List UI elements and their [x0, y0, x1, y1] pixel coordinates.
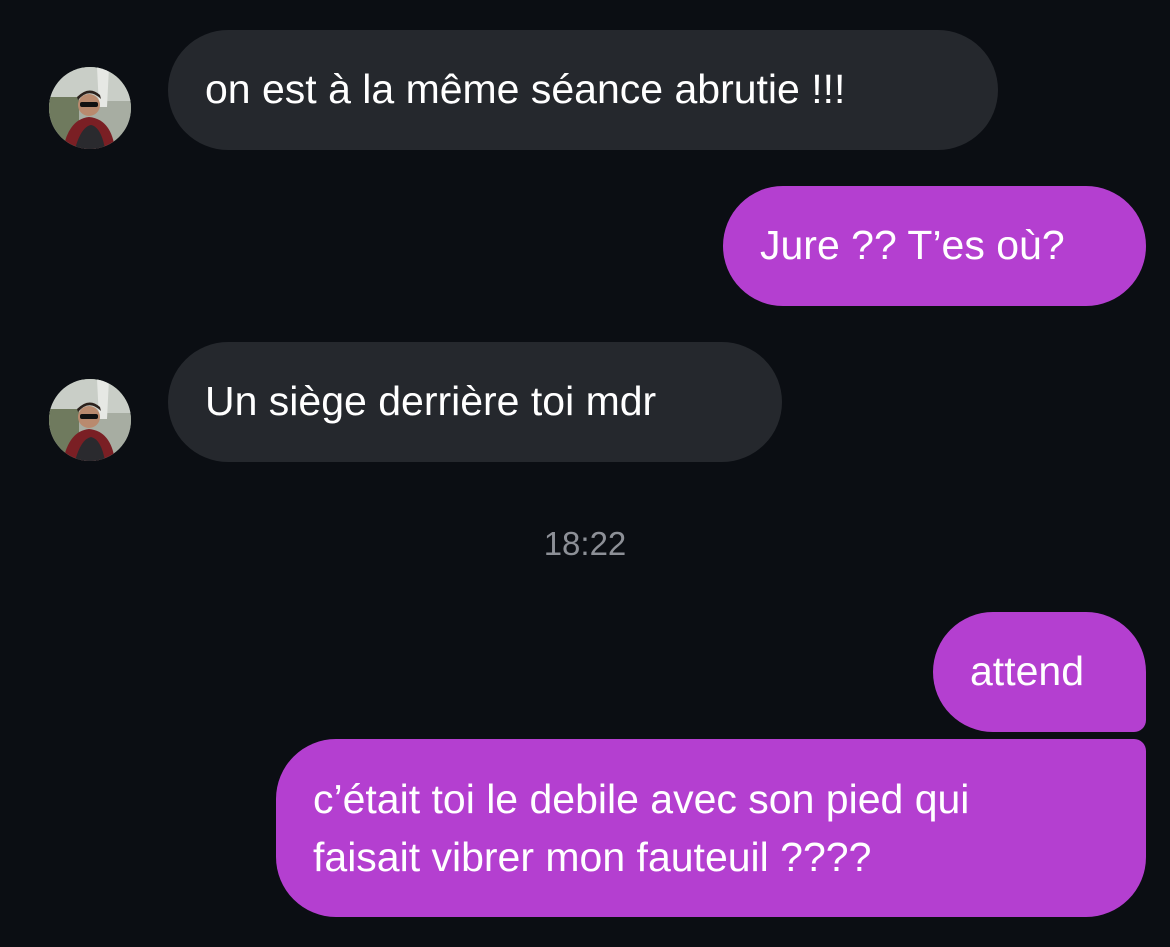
message-timestamp: 18:22 [543, 525, 627, 562]
message-text: on est à la même séance abrutie !!! [205, 66, 846, 112]
message-bubble-outgoing[interactable]: Jure ?? T’es où? [723, 186, 1146, 306]
avatar-photo-icon [49, 67, 131, 149]
avatar-photo-icon [49, 379, 131, 461]
message-bubble-outgoing[interactable]: attend [933, 612, 1146, 732]
message-bubble-incoming[interactable]: on est à la même séance abrutie !!! [168, 30, 998, 150]
message-text: Un siège derrière toi mdr [205, 378, 657, 424]
message-bubble-incoming[interactable]: Un siège derrière toi mdr [168, 342, 782, 462]
contact-avatar[interactable] [49, 67, 131, 149]
message-text-line: faisait vibrer mon fauteuil ???? [313, 834, 872, 880]
message-text: attend [970, 648, 1084, 694]
message-bubble-outgoing[interactable]: c’était toi le debile avec son pied qui … [276, 739, 1146, 917]
message-text: Jure ?? T’es où? [760, 222, 1065, 268]
message-text-line: c’était toi le debile avec son pied qui [313, 776, 970, 822]
contact-avatar[interactable] [49, 379, 131, 461]
